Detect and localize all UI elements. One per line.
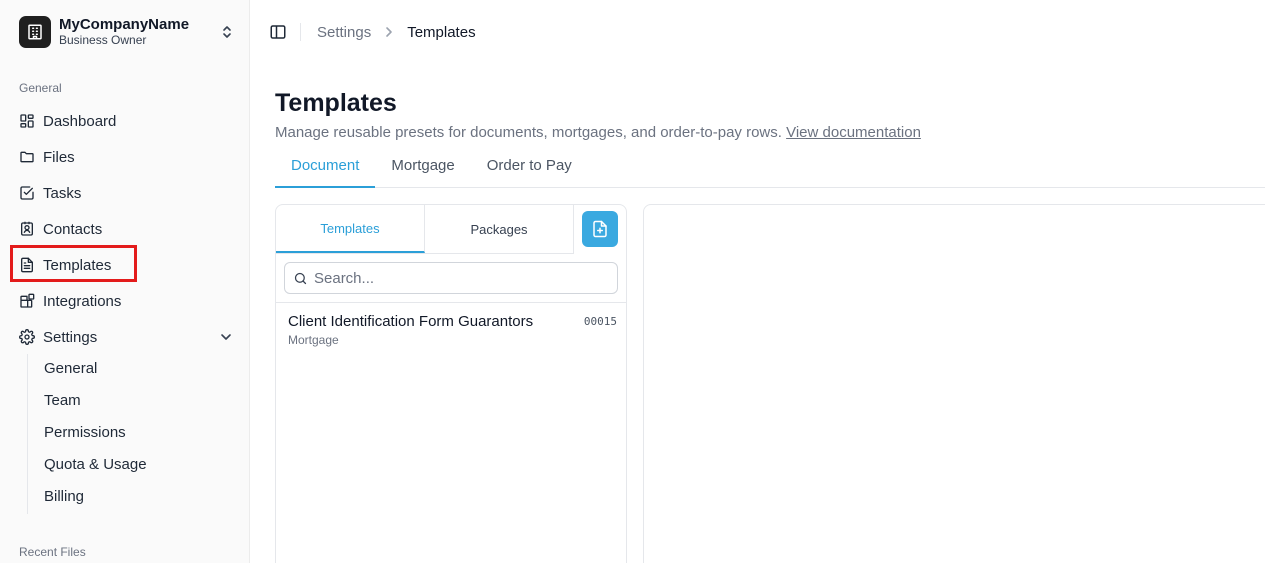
blocks-icon [19,293,35,309]
template-code: 00015 [583,315,617,328]
sidebar-item-dashboard[interactable]: Dashboard [19,108,233,134]
settings-subitem-general[interactable]: General [44,360,97,377]
sidebar-item-integrations[interactable]: Integrations [19,288,233,314]
chevron-down-icon [219,330,233,344]
template-title: Client Identification Form Guarantors [288,313,534,330]
topbar-divider [300,23,301,41]
settings-subitem-team[interactable]: Team [44,392,81,409]
sidebar-item-tasks[interactable]: Tasks [19,180,233,206]
contact-icon [19,221,35,237]
settings-subitem-permissions[interactable]: Permissions [44,424,126,441]
section-label-general: General [19,81,62,95]
file-plus-icon [591,220,609,238]
view-documentation-link[interactable]: View documentation [786,124,921,141]
folder-icon [19,149,35,165]
settings-subitem-quota-usage[interactable]: Quota & Usage [44,456,147,473]
page-title: Templates [275,89,397,117]
dashboard-icon [19,113,35,129]
chevrons-up-down-icon [220,25,234,39]
list-subtabs: Templates Packages [276,205,574,254]
topbar: Settings Templates [251,0,1265,64]
org-switcher[interactable]: MyCompanyName Business Owner [19,16,234,48]
settings-subitem-billing[interactable]: Billing [44,488,84,505]
sidebar-item-label: Contacts [43,220,103,238]
tab-mortgage[interactable]: Mortgage [375,147,470,188]
search-icon [293,271,308,286]
subtab-packages[interactable]: Packages [425,205,574,253]
list-divider [276,302,626,303]
checkbox-icon [19,185,35,201]
sidebar: MyCompanyName Business Owner General Das… [0,0,250,563]
settings-subnav-line [27,354,28,514]
gear-icon [19,329,35,345]
template-type-tabs: Document Mortgage Order to Pay [275,147,1265,188]
search-input[interactable] [314,269,604,287]
page-description: Manage reusable presets for documents, m… [275,124,921,141]
template-detail-panel [643,204,1265,563]
tab-order-to-pay[interactable]: Order to Pay [471,147,588,188]
templates-list-panel: Templates Packages Client Identification… [275,204,627,563]
sidebar-item-label: Tasks [43,184,82,202]
sidebar-item-label: Settings [43,328,98,346]
document-icon [19,257,35,273]
section-label-recent-files: Recent Files [19,545,86,559]
breadcrumb-settings[interactable]: Settings [317,24,371,41]
subtab-templates[interactable]: Templates [276,205,425,253]
org-name: MyCompanyName [59,16,190,33]
sidebar-item-templates[interactable]: Templates [19,252,233,278]
list-item[interactable]: Client Identification Form Guarantors Mo… [288,313,618,353]
tab-document[interactable]: Document [275,147,376,188]
search-box [284,262,618,294]
sidebar-item-settings[interactable]: Settings [19,324,233,350]
org-role: Business Owner [59,33,147,47]
add-template-button[interactable] [582,211,618,247]
sidebar-item-label: Dashboard [43,112,117,130]
building-icon [19,16,51,48]
sidebar-item-contacts[interactable]: Contacts [19,216,233,242]
chevron-right-icon [384,26,394,38]
sidebar-item-files[interactable]: Files [19,144,233,170]
page-description-text: Manage reusable presets for documents, m… [275,124,782,141]
sidebar-item-label: Templates [43,256,112,274]
sidebar-item-label: Integrations [43,292,122,310]
sidebar-toggle-icon[interactable] [269,23,287,41]
template-category: Mortgage [288,333,339,347]
sidebar-item-label: Files [43,148,75,166]
breadcrumb-current: Templates [407,23,476,41]
